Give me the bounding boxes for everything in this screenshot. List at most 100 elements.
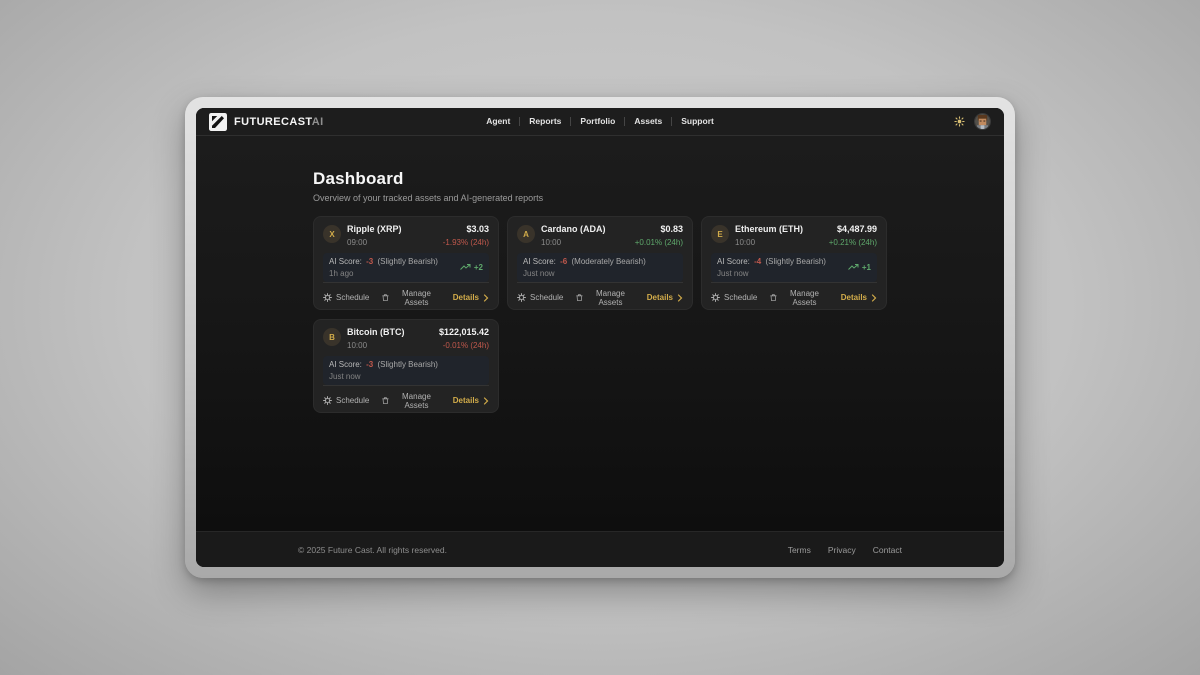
device-frame: FUTURECASTAI Agent Reports Portfolio Ass… bbox=[185, 97, 1015, 578]
ai-updated-time: Just now bbox=[329, 372, 438, 381]
ai-score-strip: AI Score: -6 (Moderately Bearish) Just n… bbox=[517, 253, 683, 282]
details-label: Details bbox=[841, 293, 867, 302]
asset-price: $3.03 bbox=[443, 225, 489, 235]
ai-score-strip: AI Score: -3 (Slightly Bearish) Just now bbox=[323, 356, 489, 385]
nav-item-portfolio[interactable]: Portfolio bbox=[571, 117, 624, 126]
footer-link-privacy[interactable]: Privacy bbox=[828, 545, 856, 555]
gear-icon bbox=[711, 293, 720, 302]
asset-price: $122,015.42 bbox=[439, 328, 489, 338]
page-subtitle: Overview of your tracked assets and AI-g… bbox=[313, 193, 887, 203]
brand-logo: FUTURECASTAI bbox=[209, 113, 477, 131]
schedule-button[interactable]: Schedule bbox=[323, 293, 369, 302]
details-button[interactable]: Details bbox=[647, 293, 683, 302]
futurecast-logo-icon bbox=[209, 113, 227, 131]
manage-assets-button[interactable]: Manage Assets bbox=[576, 289, 633, 307]
trending-up-icon bbox=[848, 263, 859, 271]
card-actions: Schedule Manage Assets Details bbox=[711, 282, 877, 307]
ai-score-value: -6 bbox=[560, 257, 567, 266]
asset-symbol-icon: A bbox=[517, 225, 535, 243]
asset-change: -1.93% (24h) bbox=[443, 238, 489, 247]
brand-name: FUTURECASTAI bbox=[234, 116, 324, 128]
trend-value: +1 bbox=[862, 263, 871, 272]
manage-assets-button[interactable]: Manage Assets bbox=[382, 392, 439, 410]
chevron-right-icon bbox=[483, 294, 489, 302]
ai-score-sentiment: (Slightly Bearish) bbox=[378, 360, 438, 369]
asset-price: $4,487.99 bbox=[829, 225, 877, 235]
schedule-button[interactable]: Schedule bbox=[711, 293, 757, 302]
asset-name: Ripple (XRP) bbox=[347, 225, 402, 235]
main-content: Dashboard Overview of your tracked asset… bbox=[196, 136, 1004, 531]
trash-icon bbox=[770, 293, 777, 302]
ai-score-label: AI Score: bbox=[717, 257, 750, 266]
trash-icon bbox=[382, 396, 389, 405]
schedule-label: Schedule bbox=[530, 293, 563, 302]
details-button[interactable]: Details bbox=[453, 293, 489, 302]
trend-value: +2 bbox=[474, 263, 483, 272]
ai-score-label: AI Score: bbox=[329, 257, 362, 266]
chevron-right-icon bbox=[677, 294, 683, 302]
ai-score-value: -3 bbox=[366, 360, 373, 369]
schedule-label: Schedule bbox=[724, 293, 757, 302]
trash-icon bbox=[382, 293, 389, 302]
footer-link-terms[interactable]: Terms bbox=[788, 545, 811, 555]
asset-time: 09:00 bbox=[347, 238, 402, 247]
trend-badge: +2 bbox=[460, 263, 483, 272]
schedule-label: Schedule bbox=[336, 293, 369, 302]
chevron-right-icon bbox=[483, 397, 489, 405]
manage-assets-label: Manage Assets bbox=[587, 289, 634, 307]
asset-card-bitcoin: B Bitcoin (BTC) 10:00 $122,015.42 -0.01%… bbox=[313, 319, 499, 413]
details-label: Details bbox=[453, 293, 479, 302]
trending-up-icon bbox=[460, 263, 471, 271]
theme-toggle-button[interactable] bbox=[954, 116, 965, 127]
app-footer: © 2025 Future Cast. All rights reserved.… bbox=[196, 531, 1004, 567]
asset-time: 10:00 bbox=[541, 238, 606, 247]
ai-score-strip: AI Score: -4 (Slightly Bearish) Just now bbox=[711, 253, 877, 282]
asset-price: $0.83 bbox=[635, 225, 683, 235]
asset-name: Ethereum (ETH) bbox=[735, 225, 803, 235]
trash-icon bbox=[576, 293, 583, 302]
schedule-button[interactable]: Schedule bbox=[517, 293, 563, 302]
details-button[interactable]: Details bbox=[453, 396, 489, 405]
nav-item-agent[interactable]: Agent bbox=[477, 117, 519, 126]
asset-card-ethereum: E Ethereum (ETH) 10:00 $4,487.99 +0.21% … bbox=[701, 216, 887, 310]
asset-symbol-icon: X bbox=[323, 225, 341, 243]
user-avatar[interactable] bbox=[974, 113, 991, 130]
asset-symbol-icon: E bbox=[711, 225, 729, 243]
avatar-image bbox=[975, 114, 990, 129]
ai-updated-time: 1h ago bbox=[329, 269, 438, 278]
manage-assets-label: Manage Assets bbox=[393, 392, 440, 410]
ai-score-label: AI Score: bbox=[523, 257, 556, 266]
page-title: Dashboard bbox=[313, 169, 887, 189]
trend-badge: +1 bbox=[848, 263, 871, 272]
topbar-actions bbox=[723, 113, 991, 130]
asset-change: +0.21% (24h) bbox=[829, 238, 877, 247]
manage-assets-label: Manage Assets bbox=[781, 289, 828, 307]
asset-symbol-icon: B bbox=[323, 328, 341, 346]
asset-card-cardano: A Cardano (ADA) 10:00 $0.83 +0.01% (24h) bbox=[507, 216, 693, 310]
ai-score-sentiment: (Moderately Bearish) bbox=[572, 257, 646, 266]
asset-time: 10:00 bbox=[347, 341, 405, 350]
copyright-text: © 2025 Future Cast. All rights reserved. bbox=[298, 545, 447, 555]
sun-icon bbox=[954, 116, 965, 127]
chevron-right-icon bbox=[871, 294, 877, 302]
ai-score-label: AI Score: bbox=[329, 360, 362, 369]
details-label: Details bbox=[647, 293, 673, 302]
ai-score-strip: AI Score: -3 (Slightly Bearish) 1h ago bbox=[323, 253, 489, 282]
card-actions: Schedule Manage Assets Details bbox=[323, 282, 489, 307]
gear-icon bbox=[323, 293, 332, 302]
nav-item-support[interactable]: Support bbox=[672, 117, 723, 126]
nav-item-reports[interactable]: Reports bbox=[520, 117, 570, 126]
manage-assets-label: Manage Assets bbox=[393, 289, 440, 307]
card-actions: Schedule Manage Assets Details bbox=[323, 385, 489, 410]
details-button[interactable]: Details bbox=[841, 293, 877, 302]
schedule-label: Schedule bbox=[336, 396, 369, 405]
manage-assets-button[interactable]: Manage Assets bbox=[382, 289, 439, 307]
footer-links: Terms Privacy Contact bbox=[788, 545, 902, 555]
ai-updated-time: Just now bbox=[717, 269, 826, 278]
nav-item-assets[interactable]: Assets bbox=[625, 117, 671, 126]
manage-assets-button[interactable]: Manage Assets bbox=[770, 289, 827, 307]
asset-time: 10:00 bbox=[735, 238, 803, 247]
schedule-button[interactable]: Schedule bbox=[323, 396, 369, 405]
asset-name: Bitcoin (BTC) bbox=[347, 328, 405, 338]
footer-link-contact[interactable]: Contact bbox=[873, 545, 902, 555]
